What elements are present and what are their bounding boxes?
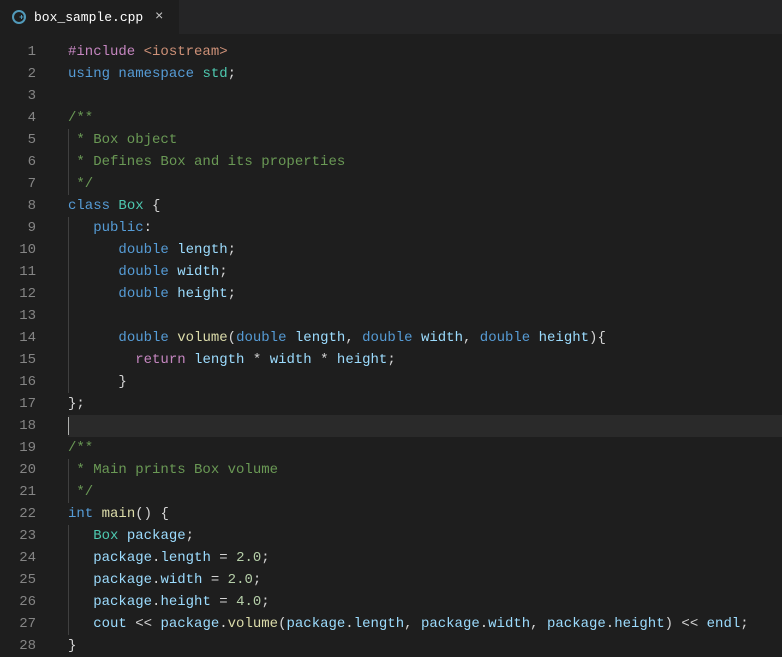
code-line[interactable]: class Box { [68,195,782,217]
line-number: 20 [0,459,54,481]
close-icon[interactable]: × [151,9,167,25]
code-line[interactable]: */ [68,173,782,195]
line-number: 9 [0,217,54,239]
line-number: 6 [0,151,54,173]
line-number: 2 [0,63,54,85]
code-line[interactable]: package.height = 4.0; [68,591,782,613]
line-number: 13 [0,305,54,327]
line-number: 4 [0,107,54,129]
code-line[interactable] [68,305,782,327]
comment: * Defines Box and its properties [68,154,345,170]
line-number: 25 [0,569,54,591]
line-number: 16 [0,371,54,393]
code-line-active[interactable] [68,415,782,437]
code-line[interactable]: Box package; [68,525,782,547]
code-line[interactable]: #include <iostream> [68,41,782,63]
text-cursor [68,417,69,435]
comment: /** [68,110,93,126]
code-line[interactable]: /** [68,437,782,459]
line-number: 15 [0,349,54,371]
function-name: main [102,506,136,522]
line-number: 7 [0,173,54,195]
line-number: 11 [0,261,54,283]
code-line[interactable]: * Box object [68,129,782,151]
line-number: 14 [0,327,54,349]
line-number: 5 [0,129,54,151]
code-line[interactable]: package.length = 2.0; [68,547,782,569]
code-line[interactable]: package.width = 2.0; [68,569,782,591]
code-line[interactable]: using namespace std; [68,63,782,85]
file-tab[interactable]: box_sample.cpp × [0,0,179,34]
code-line[interactable]: */ [68,481,782,503]
comment: /** [68,440,93,456]
code-area[interactable]: #include <iostream> using namespace std;… [54,35,782,654]
line-number: 21 [0,481,54,503]
line-number: 19 [0,437,54,459]
line-number-gutter: 1234567891011121314151617181920212223242… [0,35,54,654]
comment: */ [68,484,93,500]
code-line[interactable]: }; [68,393,782,415]
method-name: volume [177,330,227,346]
line-number: 27 [0,613,54,635]
code-line[interactable]: double width; [68,261,782,283]
line-number: 12 [0,283,54,305]
code-line[interactable]: double volume(double length, double widt… [68,327,782,349]
code-line[interactable]: * Defines Box and its properties [68,151,782,173]
tab-bar: box_sample.cpp × [0,0,782,35]
class-name: Box [118,198,143,214]
code-line[interactable]: return length * width * height; [68,349,782,371]
line-number: 26 [0,591,54,613]
comment: * Box object [68,132,177,148]
code-line[interactable]: } [68,371,782,393]
code-line[interactable]: double length; [68,239,782,261]
line-number: 1 [0,41,54,63]
cpp-file-icon [12,10,26,24]
line-number: 8 [0,195,54,217]
code-line[interactable]: /** [68,107,782,129]
include-lib: <iostream> [144,44,228,60]
comment: */ [68,176,93,192]
line-number: 22 [0,503,54,525]
code-line[interactable]: cout << package.volume(package.length, p… [68,613,782,635]
code-line[interactable]: int main() { [68,503,782,525]
line-number: 24 [0,547,54,569]
line-number: 18 [0,415,54,437]
code-line[interactable]: * Main prints Box volume [68,459,782,481]
code-line[interactable] [68,85,782,107]
code-line[interactable]: public: [68,217,782,239]
line-number: 3 [0,85,54,107]
line-number: 23 [0,525,54,547]
file-tab-label: box_sample.cpp [34,10,143,25]
line-number: 17 [0,393,54,415]
editor: 1234567891011121314151617181920212223242… [0,35,782,654]
line-number: 10 [0,239,54,261]
preprocessor: #include [68,44,135,60]
comment: * Main prints Box volume [68,462,278,478]
code-line[interactable]: double height; [68,283,782,305]
